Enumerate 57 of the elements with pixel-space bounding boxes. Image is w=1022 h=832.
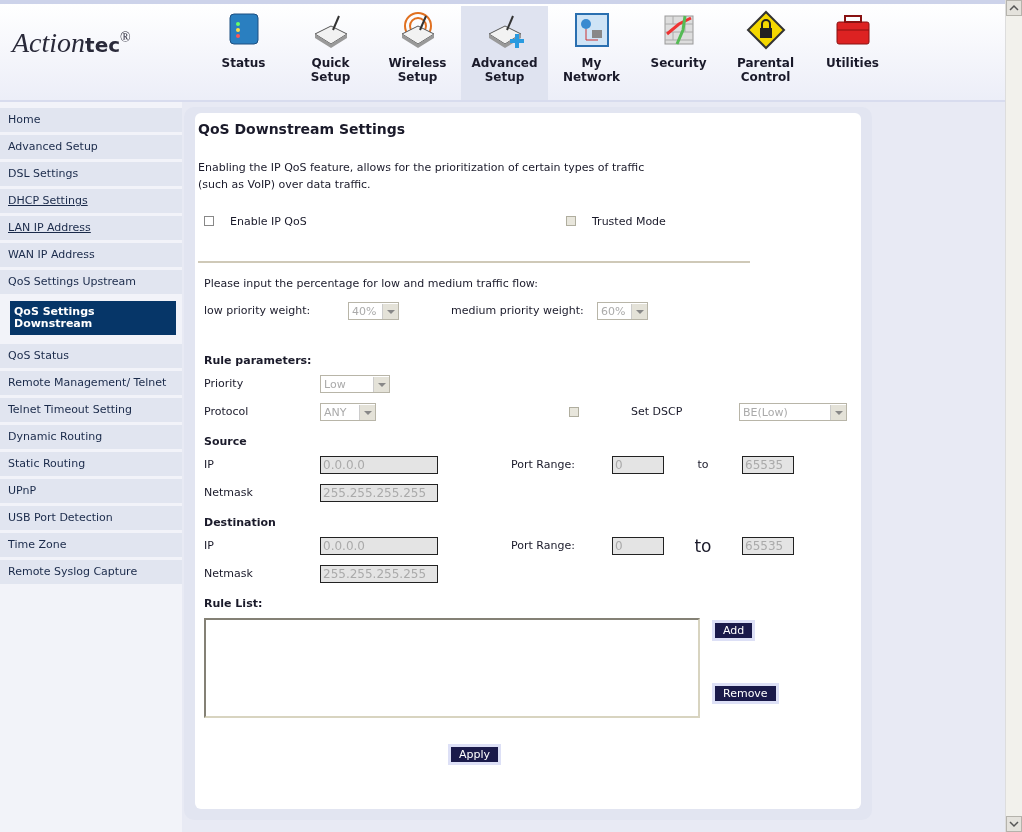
add-button[interactable]: Add <box>712 620 756 641</box>
field-label: Netmask <box>204 567 254 581</box>
prompt-text: Please input the percentage for low and medium traffic flow: <box>204 277 539 291</box>
nav-tab[interactable]: Utilities <box>809 6 896 100</box>
field-label: Priority <box>204 377 245 391</box>
range-separator: to <box>693 539 713 553</box>
logo: Actiontec$^{®}$ <box>9 27 132 60</box>
nav-tab[interactable]: Parental Control <box>722 6 809 100</box>
sidebar-item[interactable]: Advanced Setup <box>0 135 182 159</box>
rule-list-box[interactable] <box>204 618 700 718</box>
sidebar-item[interactable]: WAN IP Address <box>0 243 182 267</box>
nav-tab[interactable]: Advanced Setup <box>461 6 548 100</box>
scroll-up-icon[interactable] <box>1006 0 1022 16</box>
sidebar-item[interactable]: UPnP <box>0 479 182 503</box>
scroll-down-icon[interactable] <box>1006 816 1022 832</box>
field-label: IP <box>204 458 215 472</box>
checkbox-label: Set DSCP <box>631 405 684 419</box>
sidebar-item[interactable]: DHCP Settings <box>0 189 182 213</box>
section-heading: Destination <box>204 516 277 529</box>
nav-tab[interactable]: Wireless Setup <box>374 6 461 100</box>
page-title: QoS Downstream Settings <box>198 121 407 137</box>
sidebar-item[interactable]: Time Zone <box>0 533 182 557</box>
apply-button[interactable]: Apply <box>448 744 502 765</box>
sidebar-item[interactable]: Home <box>0 108 182 132</box>
field-label: IP <box>204 539 215 553</box>
intro-text: Enabling the IP QoS feature, allows for the prioritization of certain types of traffic (such as VoIP) over data traffic. <box>198 160 646 193</box>
field-label: Port Range: <box>511 458 576 472</box>
field-label: medium priority weight: <box>451 304 585 318</box>
remove-button[interactable]: Remove <box>712 683 779 704</box>
nav-tab[interactable]: Status <box>200 6 287 100</box>
checkbox-label: Trusted Mode <box>592 214 666 228</box>
sidebar-item[interactable]: Remote Syslog Capture <box>0 560 182 584</box>
sidebar-item[interactable]: Dynamic Routing <box>0 425 182 449</box>
sidebar-item[interactable]: Static Routing <box>0 452 182 476</box>
sidebar-item[interactable]: QoS Status <box>0 344 182 368</box>
field-label: Netmask <box>204 486 254 500</box>
section-heading: Source <box>204 435 248 448</box>
nav-tab[interactable]: Security <box>635 6 722 100</box>
lock-sign-icon <box>745 10 786 50</box>
field-label: Protocol <box>204 405 250 419</box>
sidebar-item[interactable]: USB Port Detection <box>0 506 182 530</box>
sidebar-item[interactable]: QoS Settings Upstream <box>0 270 182 294</box>
checkbox[interactable] <box>204 216 214 226</box>
field-label: Port Range: <box>511 539 576 553</box>
field-label: low priority weight: <box>204 304 312 318</box>
nav-tab[interactable]: Quick Setup <box>287 6 374 100</box>
sidebar-item[interactable]: LAN IP Address <box>0 216 182 240</box>
section-heading: Rule parameters: <box>204 354 313 367</box>
nav-tab[interactable]: My Network <box>548 6 635 100</box>
sidebar-item[interactable]: Remote Management/ Telnet <box>0 371 182 395</box>
sidebar-item[interactable]: QoS Settings Downstream <box>10 301 176 335</box>
sidebar-item[interactable]: DSL Settings <box>0 162 182 186</box>
range-separator: to <box>696 458 710 472</box>
sidebar-item[interactable]: Telnet Timeout Setting <box>0 398 182 422</box>
scrollbar[interactable] <box>1005 0 1022 832</box>
checkbox-label: Enable IP QoS <box>230 214 307 228</box>
section-heading: Rule List: <box>204 597 264 610</box>
